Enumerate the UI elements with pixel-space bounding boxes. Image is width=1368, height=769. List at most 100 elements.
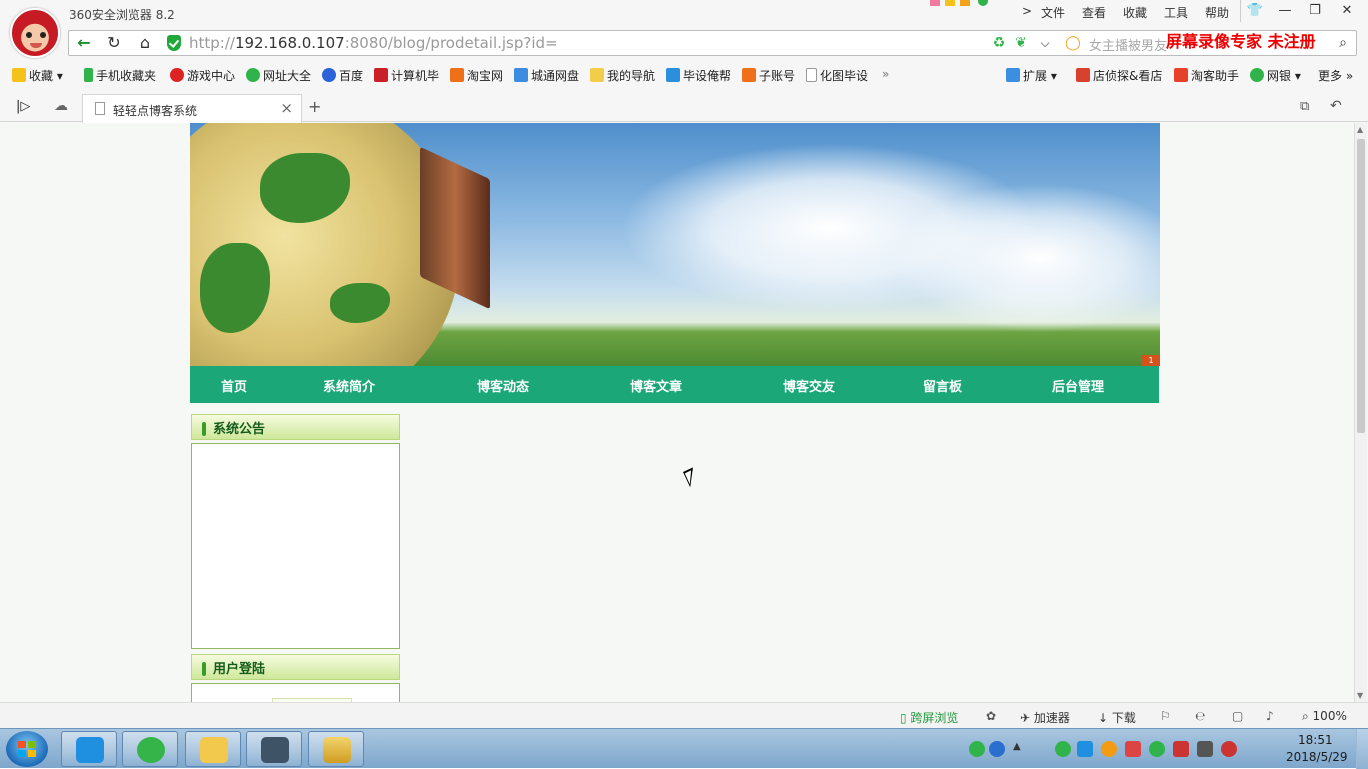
show-desktop-button[interactable] — [1356, 729, 1368, 769]
bookmark-more[interactable]: 更多 » — [1318, 67, 1353, 84]
header-marker-icon — [202, 662, 206, 676]
tab-active[interactable]: 轻轻点博客系统 × — [82, 94, 302, 123]
phone-icon: ▯ — [900, 711, 911, 725]
speed-mode-icon[interactable]: ❦ — [1009, 33, 1033, 53]
clock-date[interactable]: 2018/5/29 — [1286, 750, 1348, 764]
url-input[interactable]: http://192.168.0.107:8080/blog/prodetail… — [189, 34, 558, 52]
nav-blog-friends[interactable]: 博客交友 — [783, 376, 835, 395]
taobao-icon — [450, 68, 464, 82]
tray-app-icon[interactable] — [1173, 741, 1189, 757]
cloud-icon[interactable]: ☁ — [54, 98, 68, 114]
leaf-icon[interactable]: ✿ — [986, 709, 996, 723]
tab-close-icon[interactable]: × — [280, 99, 293, 117]
nav-admin[interactable]: 后台管理 — [1052, 376, 1104, 395]
minimize-button[interactable]: — — [1271, 0, 1299, 22]
rocket-icon: ✈ — [1020, 711, 1034, 725]
ie-mode-icon[interactable]: ℮ — [1195, 709, 1205, 723]
bookmark-item[interactable]: 毕设俺帮 — [666, 67, 731, 84]
search-input[interactable]: 女主播被男友 — [1089, 35, 1167, 54]
taskbar-app[interactable] — [246, 731, 302, 767]
new-tab-button[interactable]: + — [308, 97, 321, 116]
bookmark-item[interactable]: 我的导航 — [590, 67, 655, 84]
skin-color-icon — [960, 0, 970, 6]
scrollbar-thumb[interactable] — [1357, 139, 1365, 433]
zoom-button[interactable]: ⌕ 100% — [1302, 709, 1347, 724]
nav-guestbook[interactable]: 留言板 — [923, 376, 962, 395]
bookmark-item[interactable]: 淘宝网 — [450, 67, 503, 84]
bookmark-item[interactable]: 化图毕设 — [806, 67, 868, 84]
bookmark-favorites[interactable]: 收藏 ▾ — [12, 67, 63, 84]
ime-icon[interactable] — [969, 741, 985, 757]
nav-home[interactable]: 首页 — [221, 376, 247, 395]
bookmark-item[interactable]: 百度 — [322, 67, 363, 84]
taobao-icon — [742, 68, 756, 82]
refresh-icon[interactable]: ↻ — [102, 33, 126, 53]
bookmark-item[interactable]: 网银 ▾ — [1250, 67, 1301, 84]
bookmark-item[interactable]: 子账号 — [742, 67, 795, 84]
tray-expand-icon[interactable]: ▲ — [1013, 741, 1029, 757]
menu-help[interactable]: 帮助 — [1205, 4, 1229, 21]
help-tray-icon[interactable] — [989, 741, 1005, 757]
scroll-down-icon[interactable]: ▼ — [1357, 691, 1363, 700]
tray-app-icon[interactable] — [1125, 741, 1141, 757]
vertical-scrollbar[interactable]: ▲ ▼ — [1354, 123, 1367, 702]
bookmark-item[interactable]: 网址大全 — [246, 67, 311, 84]
search-icon[interactable]: ⌕ — [1331, 33, 1355, 53]
taoke-icon — [1174, 68, 1188, 82]
continent-shape — [330, 283, 390, 323]
accelerator-button[interactable]: ✈ 加速器 — [1020, 709, 1070, 726]
sidebar-toggle-icon[interactable]: |▷ — [16, 99, 30, 114]
maximize-button[interactable]: ❐ — [1301, 0, 1329, 22]
compat-mode-icon[interactable]: ♻ — [987, 33, 1011, 53]
taskbar-app[interactable] — [308, 731, 364, 767]
skin-shirt-icon[interactable]: 👕 — [1241, 0, 1269, 22]
flag-icon[interactable]: ⚐ — [1160, 709, 1171, 723]
taskbar-app[interactable] — [185, 731, 241, 767]
taskbar-app[interactable] — [61, 731, 117, 767]
cross-screen-button[interactable]: ▯ 跨屏浏览 — [900, 709, 958, 726]
menu-tools[interactable]: 工具 — [1164, 4, 1188, 21]
tab-list-icon[interactable]: ⧉ — [1300, 99, 1309, 114]
security-tray-icon[interactable] — [1149, 741, 1165, 757]
menu-favorites[interactable]: 收藏 — [1123, 4, 1147, 21]
download-icon: ↓ — [1098, 711, 1112, 725]
nav-intro[interactable]: 系统简介 — [323, 376, 375, 395]
bookmark-item[interactable]: 手机收藏夹 — [84, 67, 156, 84]
bookmark-item[interactable]: 店侦探&看店 — [1076, 67, 1162, 84]
banner-page-badge[interactable]: 1 — [1142, 355, 1160, 366]
security-shield-icon[interactable] — [167, 35, 181, 51]
wechat-icon[interactable] — [1055, 741, 1071, 757]
qq-icon[interactable] — [1101, 741, 1117, 757]
tab-bar: |▷ ☁ 轻轻点博客系统 × + ⧉ ↶ — [0, 92, 1368, 123]
extensions-button[interactable]: 扩展 ▾ — [1006, 67, 1057, 84]
tray-app-icon[interactable] — [1077, 741, 1093, 757]
close-button[interactable]: ✕ — [1333, 0, 1361, 22]
home-icon[interactable]: ⌂ — [133, 33, 157, 53]
menu-file[interactable]: 文件 — [1041, 4, 1065, 21]
taskbar-app[interactable] — [122, 731, 178, 767]
search-engine-icon[interactable]: ◯ — [1061, 33, 1085, 53]
menu-expand-icon[interactable]: > — [1022, 4, 1032, 18]
volume-muted-icon[interactable] — [1221, 741, 1237, 757]
bookmark-item[interactable]: 游戏中心 — [170, 67, 235, 84]
nav-blog-articles[interactable]: 博客文章 — [630, 376, 682, 395]
network-icon[interactable] — [1197, 741, 1213, 757]
bookmark-item[interactable]: 淘客助手 — [1174, 67, 1239, 84]
bookmark-item[interactable]: 计算机毕 — [374, 67, 439, 84]
menu-view[interactable]: 查看 — [1082, 4, 1106, 21]
app-title: 360安全浏览器 8.2 — [69, 8, 175, 22]
clock-time[interactable]: 18:51 — [1298, 733, 1333, 747]
undo-close-icon[interactable]: ↶ — [1330, 98, 1342, 114]
notice-panel — [191, 443, 400, 649]
start-button[interactable] — [6, 731, 48, 767]
download-button[interactable]: ↓ 下载 — [1098, 709, 1136, 726]
bookmarks-more-icon[interactable]: » — [882, 67, 889, 81]
sound-icon[interactable]: ♪ — [1266, 709, 1274, 723]
nav-blog-news[interactable]: 博客动态 — [477, 376, 529, 395]
user-avatar[interactable] — [10, 8, 60, 58]
scroll-up-icon[interactable]: ▲ — [1357, 125, 1363, 134]
bookmark-item[interactable]: 城通网盘 — [514, 67, 579, 84]
window-icon[interactable]: ▢ — [1232, 709, 1243, 723]
back-arrow-icon[interactable]: ← — [72, 33, 96, 53]
url-dropdown-icon[interactable]: ⌵ — [1033, 33, 1057, 53]
